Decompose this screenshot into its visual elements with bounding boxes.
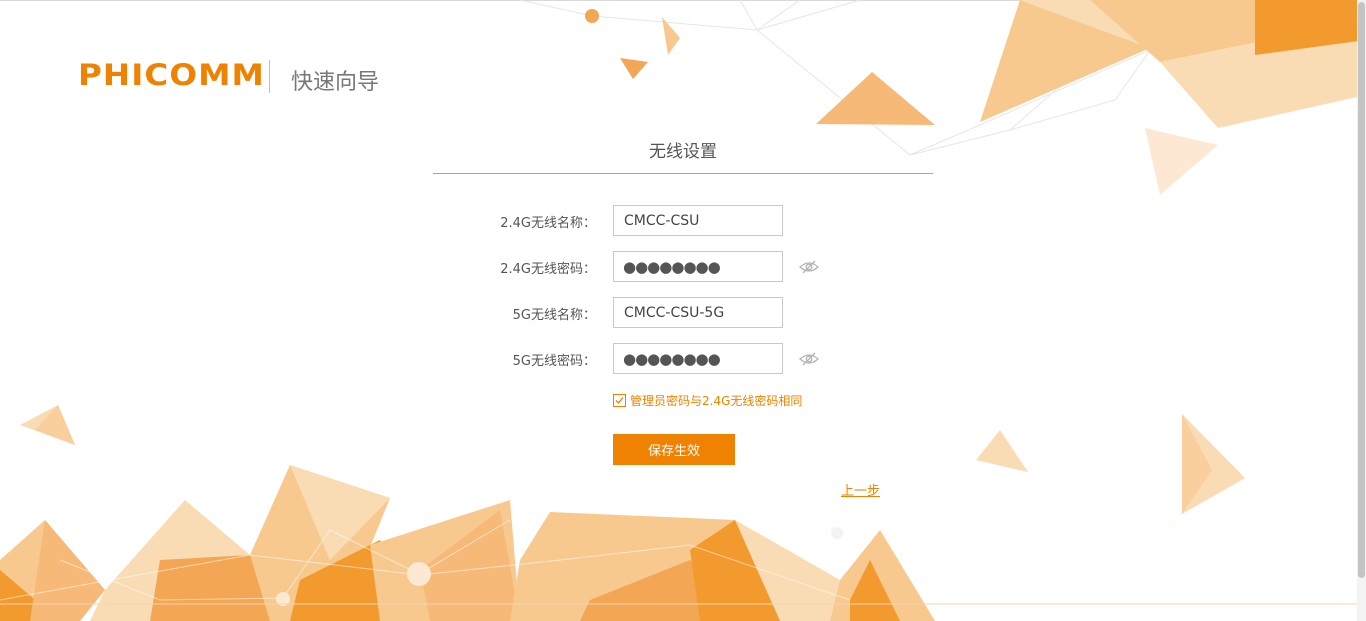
logo-divider: [269, 60, 270, 93]
password-24g-input[interactable]: ●●●●●●●●: [613, 251, 783, 282]
password-5g-label: 5G无线密码：: [512, 354, 596, 369]
scrollbar-track[interactable]: [1357, 0, 1366, 621]
ssid-24g-input[interactable]: [613, 205, 783, 236]
ssid-24g-label: 2.4G无线名称：: [500, 216, 596, 231]
save-button[interactable]: 保存生效: [613, 434, 735, 465]
eye-off-icon[interactable]: [798, 351, 820, 367]
ssid-5g-label: 5G无线名称：: [512, 308, 596, 323]
password-5g-input[interactable]: ●●●●●●●●: [613, 343, 783, 374]
same-password-checkbox[interactable]: [613, 394, 626, 407]
scrollbar-thumb[interactable]: [1358, 2, 1365, 578]
eye-off-icon[interactable]: [798, 259, 820, 275]
ssid-5g-input[interactable]: [613, 297, 783, 328]
section-title: 无线设置: [649, 142, 717, 162]
section-divider: [433, 173, 933, 174]
checkmark-icon: [615, 397, 624, 404]
same-password-label[interactable]: 管理员密码与2.4G无线密码相同: [630, 392, 802, 409]
wizard-title: 快速向导: [291, 70, 380, 95]
setup-wizard-page: PHICOMM 快速向导 无线设置 2.4G无线名称： 2.4G无线密码： ●●…: [0, 0, 1366, 621]
previous-step-link[interactable]: 上一步: [841, 480, 880, 499]
password-24g-label: 2.4G无线密码：: [500, 262, 596, 277]
phicomm-logo: PHICOMM: [78, 58, 266, 92]
